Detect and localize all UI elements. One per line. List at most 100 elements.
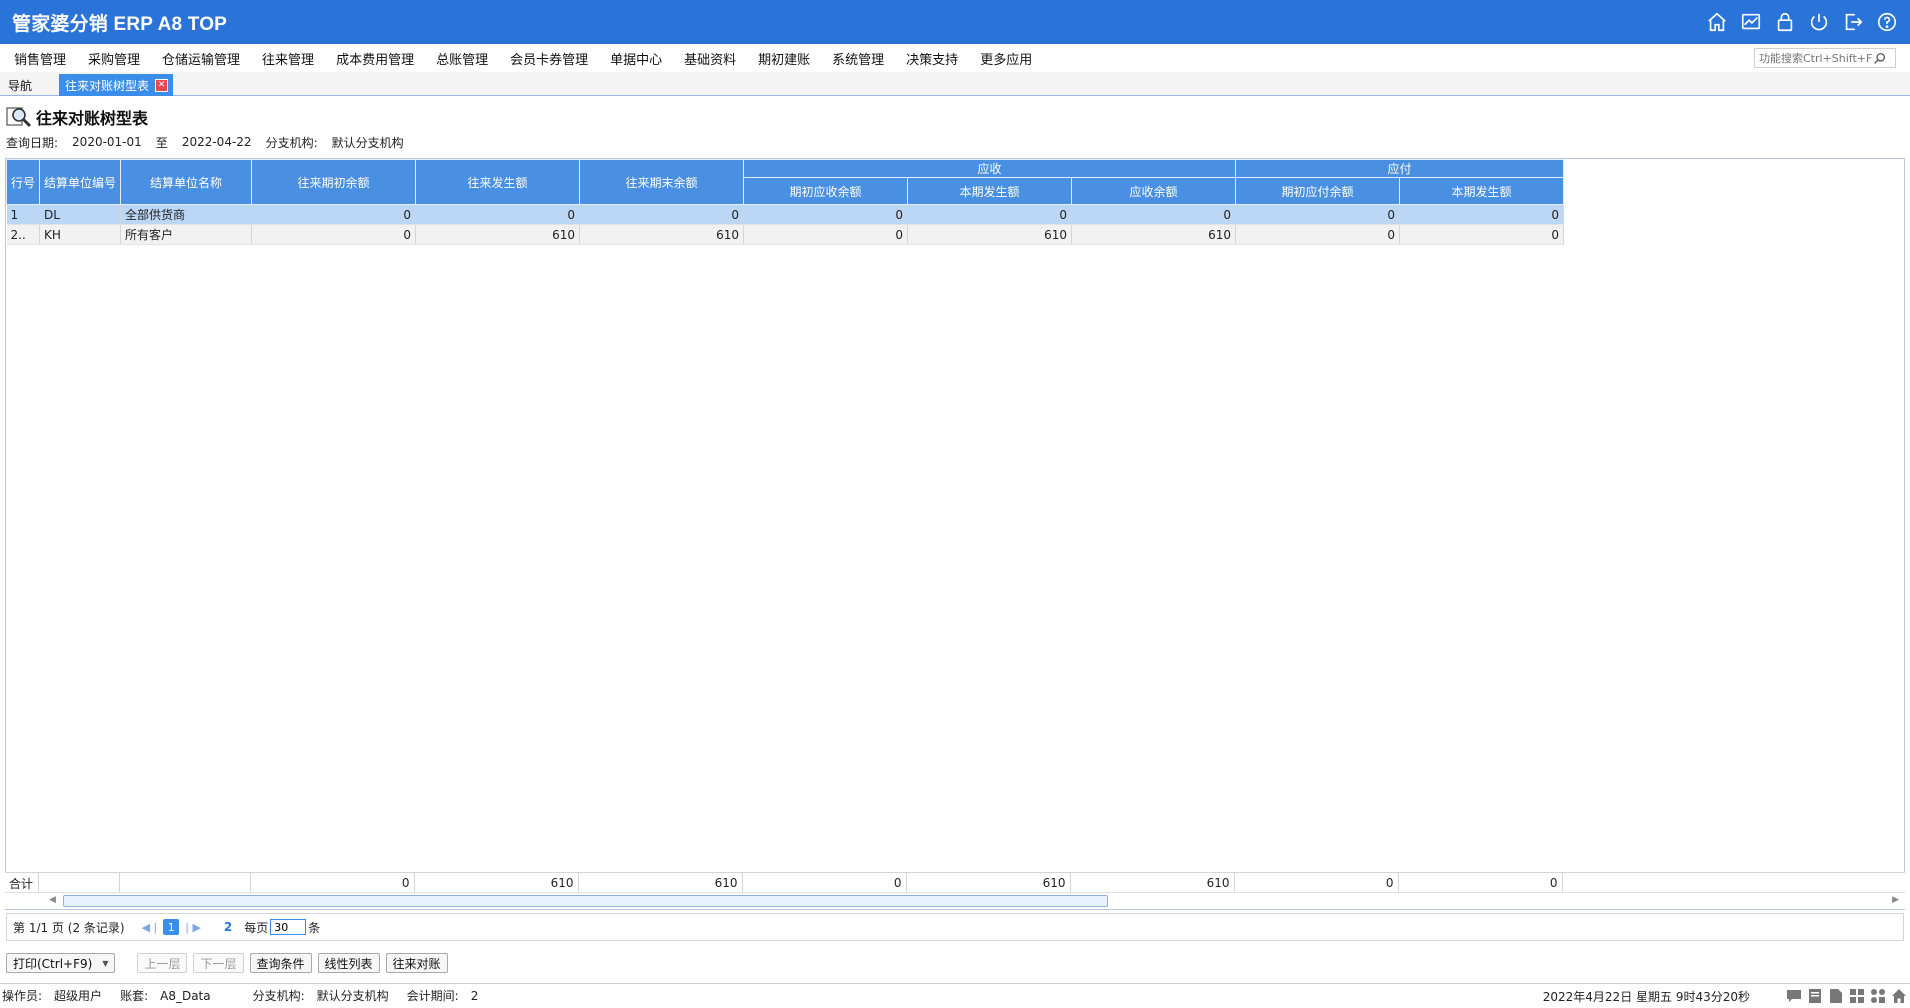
- account-label: 账套:: [120, 989, 149, 1003]
- operator-value: 超级用户: [54, 989, 103, 1003]
- search-icon[interactable]: [1873, 52, 1886, 65]
- reconcile-button[interactable]: 往来对账: [385, 953, 448, 973]
- cell-pay-current: 0: [1399, 224, 1564, 245]
- logout-icon[interactable]: [1836, 0, 1870, 44]
- menu-item-accounts[interactable]: 往来管理: [260, 49, 316, 68]
- message-icon[interactable]: [1785, 987, 1803, 1005]
- menu-bar: 销售管理 采购管理 仓储运输管理 往来管理 成本费用管理 总账管理 会员卡券管理…: [0, 44, 1910, 72]
- menu-item-membership[interactable]: 会员卡券管理: [508, 49, 590, 68]
- menu-item-sales[interactable]: 销售管理: [12, 49, 68, 68]
- menu-item-documents[interactable]: 单据中心: [608, 49, 664, 68]
- table-row[interactable]: 1 DL 全部供货商 0 0 0 0 0 0 0 0: [6, 204, 1564, 225]
- totals-row: 合计 0 610 610 0 610 610 0 0: [5, 872, 1905, 893]
- header-pay-opening[interactable]: 期初应付余额: [1235, 177, 1400, 205]
- scrollbar-thumb[interactable]: [63, 895, 1108, 907]
- cell-pay-opening: 0: [1235, 204, 1400, 225]
- print-button[interactable]: 打印(Ctrl+F9) ▼: [6, 953, 116, 973]
- chart-icon[interactable]: [1734, 0, 1768, 44]
- menu-item-warehouse[interactable]: 仓储运输管理: [160, 49, 242, 68]
- linear-list-button[interactable]: 线性列表: [317, 953, 380, 973]
- current-page-button[interactable]: 1: [163, 919, 180, 935]
- per-page-unit: 条: [308, 920, 321, 935]
- lock-icon[interactable]: [1768, 0, 1802, 44]
- totals-pay-current: 0: [1398, 873, 1563, 893]
- cell-row-no: 2..: [6, 224, 40, 245]
- menu-item-basic-data[interactable]: 基础资料: [682, 49, 738, 68]
- table-row[interactable]: 2.. KH 所有客户 0 610 610 0 610 610 0 0: [6, 224, 1564, 245]
- up-level-button[interactable]: 上一层: [137, 953, 188, 973]
- menu-item-purchase[interactable]: 采购管理: [86, 49, 142, 68]
- print-label: 打印(Ctrl+F9): [13, 956, 93, 971]
- pager: 第 1/1 页 (2 条记录) ◀ | 1 | ▶ 2 每页 条: [6, 913, 1904, 941]
- title-icons: [1700, 0, 1904, 44]
- cell-recv-opening: 0: [743, 224, 908, 245]
- menu-item-system[interactable]: 系统管理: [830, 49, 886, 68]
- close-icon[interactable]: ✕: [155, 78, 169, 92]
- totals-recv-current: 610: [906, 873, 1071, 893]
- power-icon[interactable]: [1802, 0, 1836, 44]
- header-name[interactable]: 结算单位名称: [120, 159, 252, 205]
- home-small-icon[interactable]: [1890, 987, 1908, 1005]
- help-icon[interactable]: [1870, 0, 1904, 44]
- totals-pay-opening: 0: [1234, 873, 1399, 893]
- date-to: 2022-04-22: [181, 135, 252, 149]
- header-payable-group: 应付: [1235, 159, 1564, 178]
- next-page-icon[interactable]: | ▶: [185, 921, 201, 934]
- query-summary: 查询日期: 2020-01-01 至 2022-04-22 分支机构: 默认分支…: [6, 134, 418, 150]
- tab-navigation[interactable]: 导航: [4, 75, 56, 95]
- header-row-no[interactable]: 行号: [6, 159, 40, 205]
- status-icons: [1782, 986, 1908, 1006]
- date-from: 2020-01-01: [72, 135, 142, 149]
- horizontal-scrollbar[interactable]: ◀ ▶: [5, 892, 1905, 909]
- grid-icon[interactable]: [1848, 987, 1866, 1005]
- scroll-left-icon[interactable]: ◀: [49, 895, 56, 905]
- cell-opening: 0: [251, 224, 416, 245]
- cell-recv-balance: 610: [1071, 224, 1236, 245]
- document-icon[interactable]: [1827, 987, 1845, 1005]
- tab-bar: 导航 往来对账树型表 ✕: [0, 72, 1910, 96]
- notes-icon[interactable]: [1806, 987, 1824, 1005]
- menu-item-opening[interactable]: 期初建账: [756, 49, 812, 68]
- menu-item-cost[interactable]: 成本费用管理: [334, 49, 416, 68]
- per-page-input[interactable]: [270, 919, 307, 935]
- totals-name: [119, 873, 251, 893]
- home-icon[interactable]: [1700, 0, 1734, 44]
- totals-recv-balance: 610: [1070, 873, 1235, 893]
- query-date-label: 查询日期:: [6, 135, 59, 150]
- header-code[interactable]: 结算单位编号: [39, 159, 121, 205]
- totals-occurred: 610: [414, 873, 579, 893]
- header-opening[interactable]: 往来期初余额: [251, 159, 416, 205]
- app-title: 管家婆分销 ERP A8 TOP: [12, 13, 228, 35]
- prev-page-icon[interactable]: ◀ |: [142, 921, 158, 934]
- header-pay-current[interactable]: 本期发生额: [1399, 177, 1564, 205]
- cell-recv-current: 610: [907, 224, 1072, 245]
- menu-item-decision[interactable]: 决策支持: [904, 49, 960, 68]
- data-table: 行号 结算单位编号 结算单位名称 往来期初余额 往来发生额 往来期末余额 应收 …: [6, 159, 1564, 245]
- search-input[interactable]: [1755, 49, 1873, 67]
- scroll-right-icon[interactable]: ▶: [1892, 895, 1899, 905]
- status-branch-label: 分支机构:: [252, 989, 305, 1003]
- apps-icon[interactable]: [1869, 987, 1887, 1005]
- tab-reconciliation-tree[interactable]: 往来对账树型表 ✕: [59, 74, 173, 96]
- totals-label: 合计: [5, 873, 39, 893]
- header-occurred[interactable]: 往来发生额: [415, 159, 580, 205]
- header-recv-current[interactable]: 本期发生额: [907, 177, 1072, 205]
- cell-recv-current: 0: [907, 204, 1072, 225]
- status-branch-value: 默认分支机构: [316, 989, 389, 1003]
- menu-item-ledger[interactable]: 总账管理: [434, 49, 490, 68]
- down-level-button[interactable]: 下一层: [193, 953, 244, 973]
- report-search-icon: [6, 104, 32, 131]
- cell-recv-balance: 0: [1071, 204, 1236, 225]
- branch-value: 默认分支机构: [331, 135, 404, 150]
- menu-item-more[interactable]: 更多应用: [978, 49, 1034, 68]
- per-page-label: 每页: [244, 920, 269, 935]
- cell-row-no: 1: [6, 204, 40, 225]
- page-link[interactable]: 2: [224, 920, 232, 934]
- cell-name: 全部供货商: [120, 204, 252, 225]
- query-conditions-button[interactable]: 查询条件: [249, 953, 312, 973]
- header-recv-balance[interactable]: 应收余额: [1071, 177, 1236, 205]
- cell-pay-current: 0: [1399, 204, 1564, 225]
- header-receivable-group: 应收: [743, 159, 1236, 178]
- header-recv-opening[interactable]: 期初应收余额: [743, 177, 908, 205]
- header-closing[interactable]: 往来期末余额: [579, 159, 744, 205]
